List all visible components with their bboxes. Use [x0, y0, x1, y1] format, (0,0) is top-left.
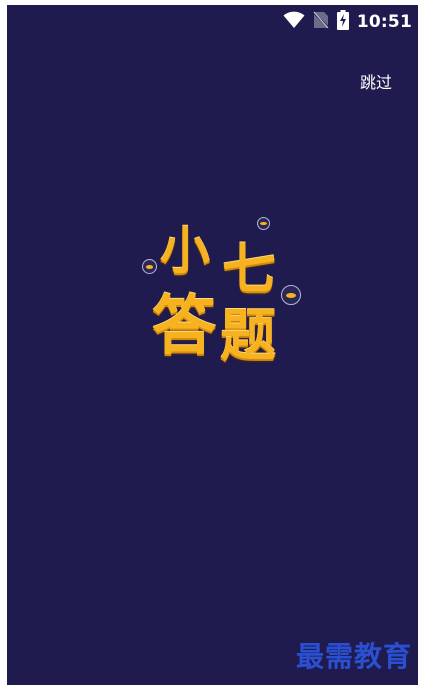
- watermark: 最需教育: [295, 640, 412, 673]
- bubble-icon: [142, 259, 157, 274]
- wifi-icon: [283, 11, 305, 33]
- app-logo: 小 七 答 题: [138, 211, 301, 369]
- status-icons: 10:51: [283, 10, 412, 34]
- logo-char-da: 答: [152, 290, 216, 364]
- skip-button[interactable]: 跳过: [360, 69, 392, 93]
- status-bar: 10:51: [7, 5, 418, 39]
- no-sim-icon: [312, 11, 330, 33]
- logo-char-ti: 题: [220, 304, 276, 369]
- splash-screen: 10:51 跳过 小 七 答 题 最需教育: [7, 5, 418, 685]
- battery-charging-icon: [336, 10, 349, 34]
- logo-char-xiao: 小: [160, 222, 210, 280]
- bubble-icon: [281, 285, 301, 305]
- status-time: 10:51: [356, 12, 412, 32]
